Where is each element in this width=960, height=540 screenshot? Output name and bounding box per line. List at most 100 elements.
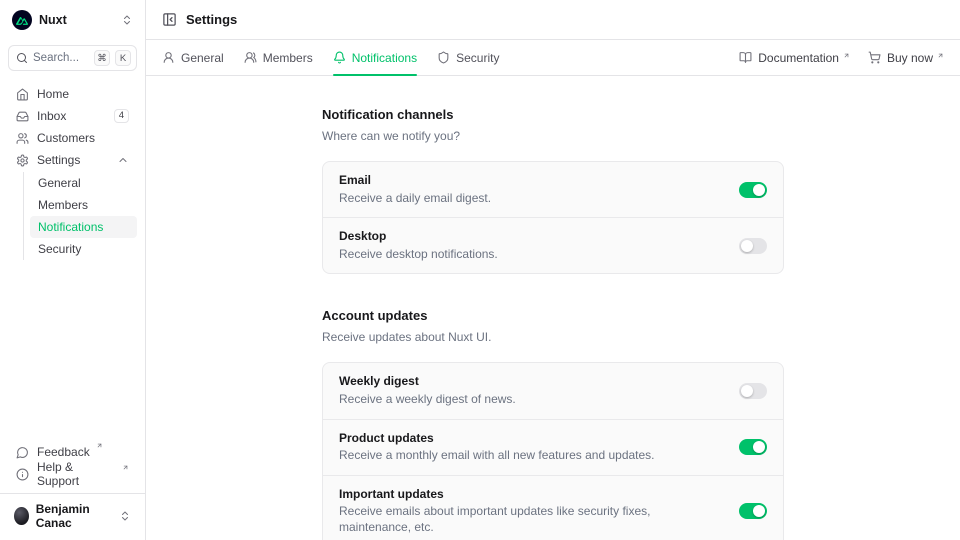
sidebar-item-label: Members bbox=[38, 198, 88, 212]
external-link-icon bbox=[96, 442, 103, 449]
sidebar-item-help-support[interactable]: Help & Support bbox=[8, 463, 137, 485]
header-actions: Documentation Buy now bbox=[739, 51, 944, 65]
settings-card: Weekly digest Receive a weekly digest of… bbox=[322, 362, 784, 540]
sidebar-item-label: Security bbox=[38, 242, 81, 256]
tab-label: Security bbox=[456, 51, 499, 65]
tab-label: Members bbox=[263, 51, 313, 65]
email-toggle[interactable] bbox=[739, 182, 767, 198]
chevrons-up-down-icon bbox=[119, 510, 131, 522]
sidebar-footer-nav: Feedback Help & Support bbox=[8, 441, 137, 485]
inbox-count-badge: 4 bbox=[114, 109, 129, 123]
sidebar-item-label: Home bbox=[37, 87, 69, 101]
kbd-command: ⌘ bbox=[94, 50, 110, 66]
setting-row-product-updates: Product updates Receive a monthly email … bbox=[323, 419, 783, 475]
nuxt-logo-icon bbox=[12, 10, 32, 30]
user-menu[interactable]: Benjamin Canac bbox=[8, 494, 137, 540]
page-header: Settings bbox=[146, 0, 960, 40]
tab-general[interactable]: General bbox=[162, 40, 224, 75]
kbd-k: K bbox=[115, 50, 131, 66]
sidebar-item-label: Feedback bbox=[37, 445, 90, 459]
workspace-name: Nuxt bbox=[39, 13, 67, 27]
inbox-icon bbox=[16, 110, 29, 123]
desktop-toggle[interactable] bbox=[739, 238, 767, 254]
settings-subnav: General Members Notifications Security bbox=[23, 172, 137, 260]
setting-description: Receive a weekly digest of news. bbox=[339, 392, 516, 408]
sidebar-item-settings-members[interactable]: Members bbox=[30, 194, 137, 216]
tab-members[interactable]: Members bbox=[244, 40, 313, 75]
buy-now-link[interactable]: Buy now bbox=[868, 51, 944, 65]
sidebar-item-label: Settings bbox=[37, 153, 80, 167]
cart-icon bbox=[868, 51, 881, 64]
settings-content: Notification channels Where can we notif… bbox=[146, 76, 960, 540]
toggle-knob bbox=[753, 505, 765, 517]
setting-label: Desktop bbox=[339, 229, 498, 245]
toggle-knob bbox=[753, 441, 765, 453]
search-icon bbox=[16, 52, 28, 64]
setting-row-desktop: Desktop Receive desktop notifications. bbox=[323, 217, 783, 273]
shield-icon bbox=[437, 51, 450, 64]
toggle-knob bbox=[741, 385, 753, 397]
section-title: Notification channels bbox=[322, 107, 784, 122]
message-icon bbox=[16, 446, 29, 459]
search-input[interactable] bbox=[33, 52, 89, 64]
sidebar-item-settings-security[interactable]: Security bbox=[30, 238, 137, 260]
external-link-icon bbox=[122, 464, 129, 471]
workspace-switcher[interactable]: Nuxt bbox=[8, 0, 137, 38]
setting-row-email: Email Receive a daily email digest. bbox=[323, 162, 783, 217]
weekly-digest-toggle[interactable] bbox=[739, 383, 767, 399]
product-updates-toggle[interactable] bbox=[739, 439, 767, 455]
chevron-up-icon bbox=[117, 154, 129, 166]
setting-label: Email bbox=[339, 173, 491, 189]
setting-row-weekly-digest: Weekly digest Receive a weekly digest of… bbox=[323, 363, 783, 418]
sidebar-item-home[interactable]: Home bbox=[8, 83, 137, 105]
tab-notifications[interactable]: Notifications bbox=[333, 40, 417, 75]
section-title: Account updates bbox=[322, 308, 784, 323]
tab-label: General bbox=[181, 51, 224, 65]
tab-label: Notifications bbox=[352, 51, 417, 65]
avatar bbox=[14, 507, 29, 525]
users-icon bbox=[16, 132, 29, 145]
important-updates-toggle[interactable] bbox=[739, 503, 767, 519]
collapse-sidebar-icon[interactable] bbox=[162, 12, 177, 27]
sidebar-item-customers[interactable]: Customers bbox=[8, 127, 137, 149]
gear-icon bbox=[16, 154, 29, 167]
setting-row-important-updates: Important updates Receive emails about i… bbox=[323, 475, 783, 540]
setting-label: Product updates bbox=[339, 431, 655, 447]
sidebar-item-label: Inbox bbox=[37, 109, 66, 123]
home-icon bbox=[16, 88, 29, 101]
book-icon bbox=[739, 51, 752, 64]
sidebar-nav: Home Inbox 4 Customers Settings bbox=[8, 83, 137, 171]
setting-description: Receive a daily email digest. bbox=[339, 191, 491, 207]
settings-tabs: General Members Notifications Security D… bbox=[146, 40, 960, 76]
action-label: Documentation bbox=[758, 51, 839, 65]
user-name: Benjamin Canac bbox=[36, 502, 112, 530]
sidebar-item-label: Help & Support bbox=[37, 460, 116, 488]
action-label: Buy now bbox=[887, 51, 933, 65]
documentation-link[interactable]: Documentation bbox=[739, 51, 850, 65]
user-icon bbox=[162, 51, 175, 64]
setting-description: Receive emails about important updates l… bbox=[339, 504, 723, 535]
sidebar-item-settings-notifications[interactable]: Notifications bbox=[30, 216, 137, 238]
sidebar-item-inbox[interactable]: Inbox 4 bbox=[8, 105, 137, 127]
section-description: Receive updates about Nuxt UI. bbox=[322, 330, 784, 345]
sidebar-item-settings[interactable]: Settings bbox=[8, 149, 137, 171]
main-panel: Settings General Members Notifications S… bbox=[146, 0, 960, 540]
sidebar-item-settings-general[interactable]: General bbox=[30, 172, 137, 194]
setting-label: Weekly digest bbox=[339, 374, 516, 390]
chevrons-up-down-icon bbox=[121, 14, 133, 26]
tab-security[interactable]: Security bbox=[437, 40, 499, 75]
bell-icon bbox=[333, 51, 346, 64]
sidebar: Nuxt ⌘ K Home Inbox 4 Customers Settings… bbox=[0, 0, 146, 540]
sidebar-item-label: General bbox=[38, 176, 81, 190]
setting-description: Receive desktop notifications. bbox=[339, 247, 498, 263]
external-link-icon bbox=[937, 52, 944, 59]
info-icon bbox=[16, 468, 29, 481]
sidebar-item-label: Customers bbox=[37, 131, 95, 145]
section-description: Where can we notify you? bbox=[322, 129, 784, 144]
toggle-knob bbox=[753, 184, 765, 196]
section-notification-channels: Notification channels Where can we notif… bbox=[322, 107, 784, 274]
settings-card: Email Receive a daily email digest. Desk… bbox=[322, 161, 784, 274]
page-title: Settings bbox=[186, 12, 237, 27]
search-field[interactable]: ⌘ K bbox=[8, 45, 137, 71]
setting-label: Important updates bbox=[339, 487, 723, 503]
